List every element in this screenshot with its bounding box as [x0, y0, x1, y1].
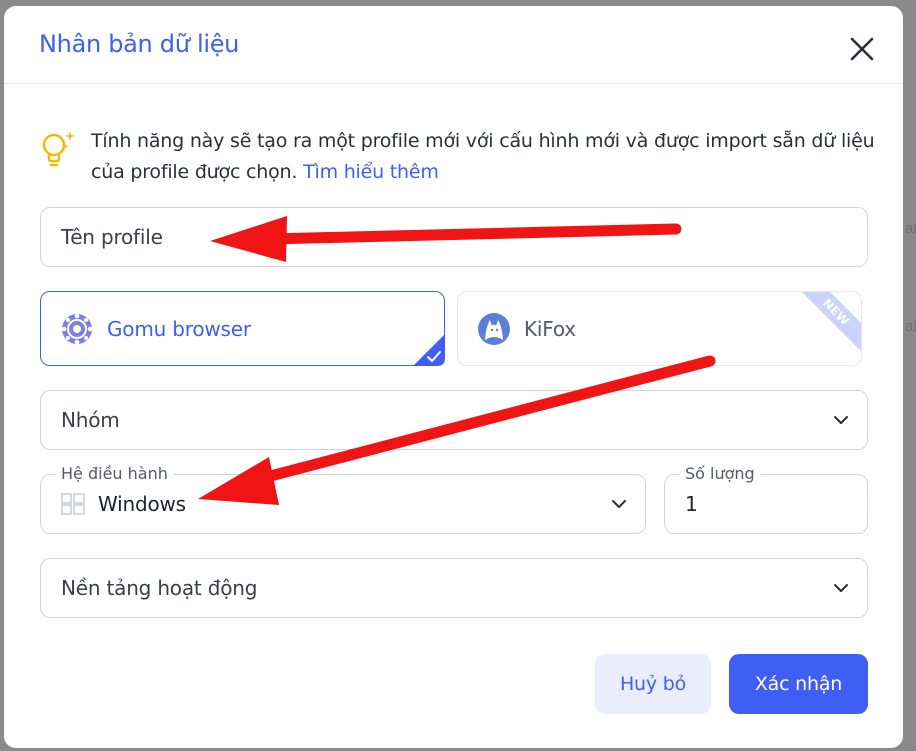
clone-data-dialog: Nhân bản dữ liệu Tính năng này sẽ tạo ra…	[4, 6, 903, 748]
quantity-input[interactable]: Số lượng 1	[664, 464, 868, 534]
windows-icon	[61, 493, 85, 515]
group-placeholder: Nhóm	[61, 408, 120, 432]
learn-more-link[interactable]: Tìm hiểu thêm	[303, 161, 439, 183]
os-label: Hệ điều hành	[55, 464, 174, 483]
dialog-title: Nhân bản dữ liệu	[39, 30, 240, 58]
group-select[interactable]: Nhóm	[40, 390, 868, 450]
dialog-header: Nhân bản dữ liệu	[4, 6, 903, 84]
new-badge: NEW	[790, 292, 861, 358]
quantity-label: Số lượng	[679, 464, 761, 483]
platform-select[interactable]: Nền tảng hoạt động	[40, 558, 868, 618]
cancel-button[interactable]: Huỷ bỏ	[595, 654, 711, 714]
confirm-button[interactable]: Xác nhận	[729, 654, 868, 714]
os-select[interactable]: Hệ điều hành Windows	[40, 464, 646, 534]
background-text: ai	[905, 318, 916, 335]
quantity-value: 1	[685, 492, 698, 516]
platform-placeholder: Nền tảng hoạt động	[61, 576, 258, 600]
profile-name-input[interactable]: Tên profile	[40, 207, 868, 267]
new-badge-text: NEW	[819, 295, 853, 329]
background-text: ai	[905, 220, 916, 237]
browser-label: KiFox	[524, 316, 576, 341]
info-description: Tính năng này sẽ tạo ra một profile mới …	[91, 130, 875, 183]
chevron-down-icon	[834, 584, 848, 592]
os-value: Windows	[98, 492, 186, 516]
chevron-down-icon	[834, 416, 848, 424]
browser-label: Gomu browser	[107, 316, 251, 341]
browser-option-kifox[interactable]: KiFox NEW	[457, 291, 862, 366]
close-icon	[850, 37, 874, 61]
profile-name-placeholder: Tên profile	[61, 225, 163, 249]
lightbulb-icon	[42, 131, 75, 167]
selected-check-icon	[413, 334, 445, 366]
chevron-down-icon	[612, 500, 626, 508]
close-button[interactable]	[847, 34, 877, 64]
info-text: Tính năng này sẽ tạo ra một profile mới …	[91, 126, 881, 188]
gomu-browser-icon	[61, 313, 93, 345]
browser-option-gomu[interactable]: Gomu browser	[40, 291, 445, 366]
kifox-icon	[478, 313, 510, 345]
